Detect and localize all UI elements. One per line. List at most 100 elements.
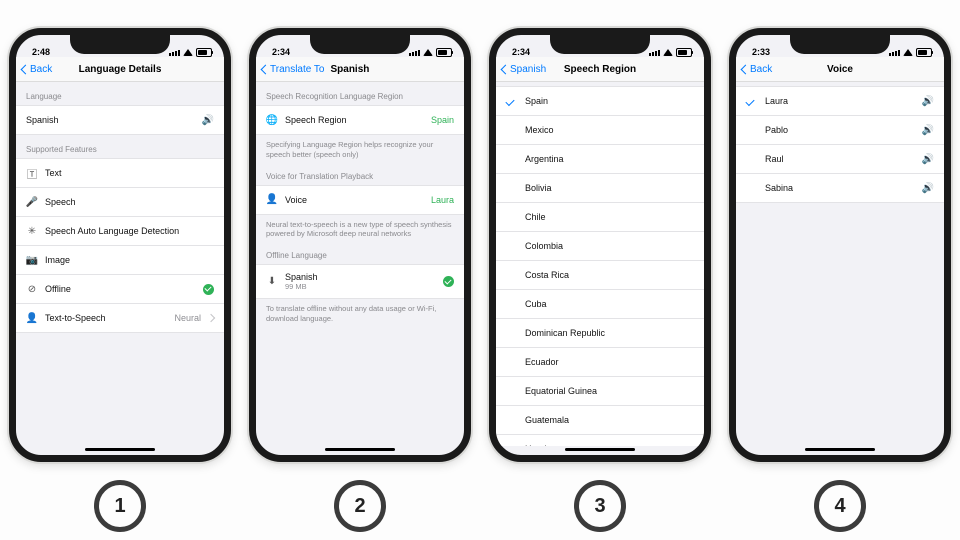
voice-label: Sabina: [765, 183, 915, 193]
feature-row: 📷Image: [16, 245, 224, 274]
speech-region-row[interactable]: 🌐 Speech Region Spain: [256, 105, 464, 135]
nav-bar: Spanish Speech Region: [496, 57, 704, 82]
clock: 2:33: [752, 47, 770, 57]
region-label: Costa Rica: [525, 270, 694, 280]
region-row[interactable]: Mexico: [496, 115, 704, 144]
chevron-right-icon: [207, 314, 215, 322]
clock: 2:34: [512, 47, 530, 57]
home-indicator[interactable]: [565, 448, 635, 451]
feature-row: ✳ Speech Auto Language Detection: [16, 216, 224, 245]
feature-value: Neural: [174, 313, 201, 323]
nav-title: Spanish: [330, 64, 369, 75]
region-label: Guatemala: [525, 415, 694, 425]
region-label: Colombia: [525, 241, 694, 251]
region-row[interactable]: Honduras: [496, 434, 704, 446]
region-row[interactable]: Spain: [496, 86, 704, 115]
voice-label: Pablo: [765, 125, 915, 135]
offline-icon: ⊘: [26, 283, 38, 295]
auto-detect-icon: ✳: [26, 225, 38, 237]
check-circle-icon: [443, 276, 454, 287]
region-row[interactable]: Dominican Republic: [496, 318, 704, 347]
phone-4: 2:33 Back Voice Laura 🔊 Pablo 🔊 Raul 🔊 Sabina 🔊: [729, 28, 951, 462]
checkmark-icon: [505, 96, 514, 105]
battery-icon: [436, 48, 452, 57]
speaker-icon[interactable]: 🔊: [922, 154, 934, 165]
back-button[interactable]: Back: [742, 64, 772, 75]
language-row[interactable]: Spanish 🔊: [16, 105, 224, 135]
region-row[interactable]: Ecuador: [496, 347, 704, 376]
chevron-left-icon: [21, 64, 31, 74]
feature-row: 🅃 Text: [16, 158, 224, 187]
feature-label: Image: [45, 255, 214, 265]
home-indicator[interactable]: [85, 448, 155, 451]
section-header-features: Supported Features: [16, 135, 224, 158]
voice-row[interactable]: Pablo 🔊: [736, 115, 944, 144]
feature-label: Speech Auto Language Detection: [45, 226, 214, 236]
feature-row: ⊘ Offline: [16, 274, 224, 303]
chevron-left-icon: [261, 64, 271, 74]
region-label: Argentina: [525, 154, 694, 164]
nav-bar: Translate To Spanish: [256, 57, 464, 82]
voice-row[interactable]: Laura 🔊: [736, 86, 944, 115]
chevron-left-icon: [501, 64, 511, 74]
feature-row[interactable]: 👤Text-to-SpeechNeural: [16, 303, 224, 333]
feature-label: Offline: [45, 284, 196, 294]
speaker-icon[interactable]: 🔊: [922, 183, 934, 194]
region-label: Ecuador: [525, 357, 694, 367]
region-row[interactable]: Costa Rica: [496, 260, 704, 289]
clock: 2:34: [272, 47, 290, 57]
notch: [550, 34, 650, 54]
check-circle-icon: [203, 284, 214, 295]
voice-row[interactable]: 👤 Voice Laura: [256, 185, 464, 215]
region-label: Honduras: [525, 444, 694, 446]
region-label: Spain: [525, 96, 694, 106]
feature-row: 🎤 Speech: [16, 187, 224, 216]
phone-2: 2:34 Translate To Spanish Speech Recogni…: [249, 28, 471, 462]
region-row[interactable]: Equatorial Guinea: [496, 376, 704, 405]
region-row[interactable]: Bolivia: [496, 173, 704, 202]
signal-icon: [649, 50, 660, 56]
nav-bar: Back Voice: [736, 57, 944, 82]
offline-language-row[interactable]: ⬇ Spanish 99 MB: [256, 264, 464, 299]
feature-label: Text: [45, 168, 214, 178]
region-label: Dominican Republic: [525, 328, 694, 338]
region-label: Cuba: [525, 299, 694, 309]
person-voice-icon: 👤: [266, 194, 278, 206]
battery-icon: [916, 48, 932, 57]
section-header-voice: Voice for Translation Playback: [256, 162, 464, 185]
wifi-icon: [423, 49, 433, 56]
voice-label: Laura: [765, 96, 915, 106]
voice-row[interactable]: Sabina 🔊: [736, 173, 944, 203]
language-label: Spanish: [26, 115, 195, 125]
voice-label: Raul: [765, 154, 915, 164]
text-icon: 🅃: [26, 167, 38, 179]
feature-label: Speech: [45, 197, 214, 207]
phone-3: 2:34 Spanish Speech Region Spain Mexico Ar…: [489, 28, 711, 462]
region-row[interactable]: Cuba: [496, 289, 704, 318]
download-icon: ⬇: [266, 276, 278, 288]
home-indicator[interactable]: [325, 448, 395, 451]
section-footer-voice: Neural text-to-speech is a new type of s…: [256, 215, 464, 242]
region-row[interactable]: Argentina: [496, 144, 704, 173]
region-label: Bolivia: [525, 183, 694, 193]
speaker-icon[interactable]: 🔊: [922, 125, 934, 136]
back-button[interactable]: Translate To: [262, 64, 324, 75]
step-badge-3: 3: [574, 480, 626, 532]
region-row[interactable]: Chile: [496, 202, 704, 231]
back-button[interactable]: Spanish: [502, 64, 546, 75]
speaker-icon[interactable]: 🔊: [922, 96, 934, 107]
back-button[interactable]: Back: [22, 64, 52, 75]
section-header-offline: Offline Language: [256, 241, 464, 264]
notch: [310, 34, 410, 54]
home-indicator[interactable]: [805, 448, 875, 451]
speech-icon: 🎤: [26, 196, 38, 208]
voice-row[interactable]: Raul 🔊: [736, 144, 944, 173]
notch: [790, 34, 890, 54]
region-row[interactable]: Colombia: [496, 231, 704, 260]
region-label: Chile: [525, 212, 694, 222]
section-header-region: Speech Recognition Language Region: [256, 82, 464, 105]
speaker-icon[interactable]: 🔊: [202, 115, 214, 126]
region-row[interactable]: Guatemala: [496, 405, 704, 434]
step-badge-1: 1: [94, 480, 146, 532]
step-badge-2: 2: [334, 480, 386, 532]
